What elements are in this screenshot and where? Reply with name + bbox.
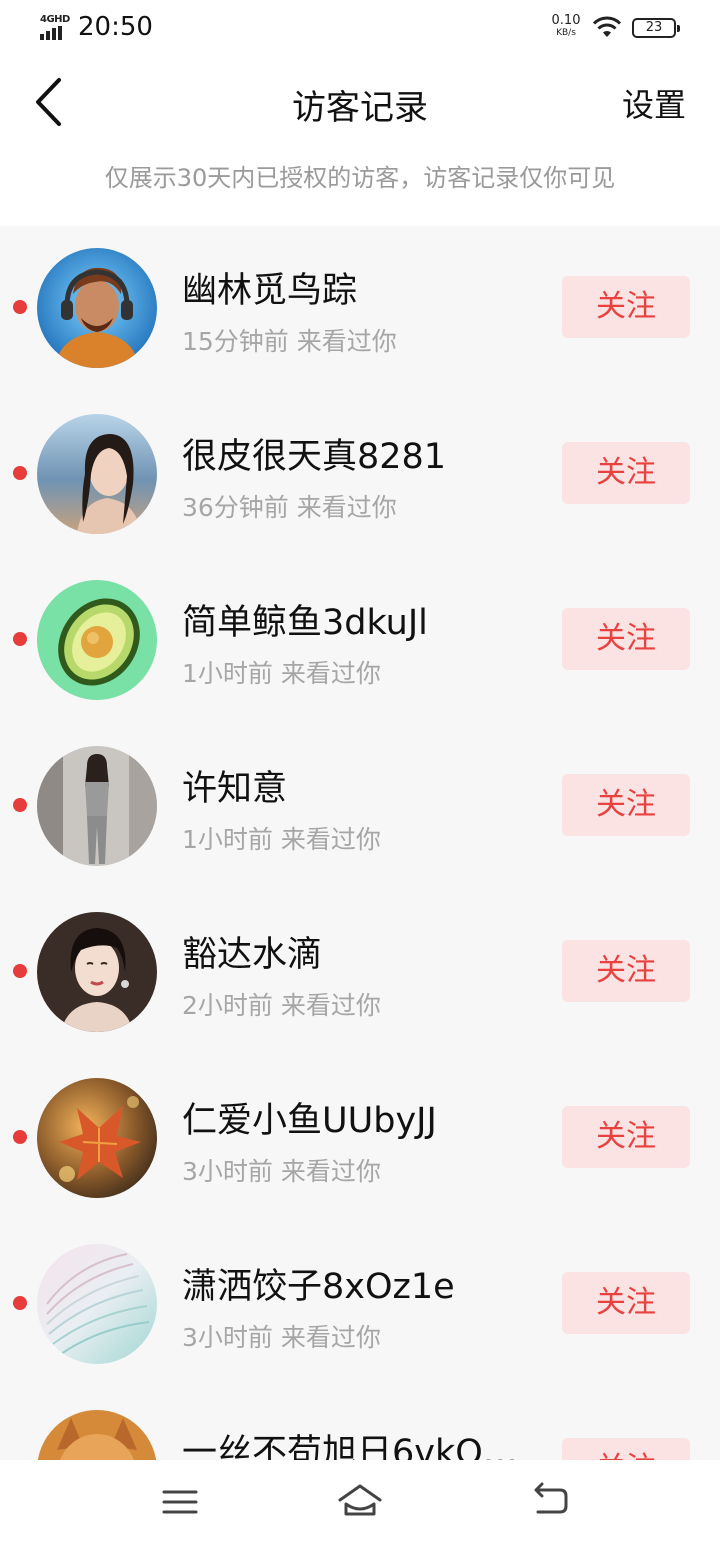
avatar[interactable]	[37, 580, 157, 700]
battery-icon: 23	[632, 18, 680, 38]
visitor-name[interactable]: 豁达水滴	[182, 926, 322, 977]
visitor-name[interactable]: 很皮很天真8281	[182, 428, 446, 479]
visitor-list[interactable]: 幽林觅鸟踪 15分钟前 来看过你 关注 很皮很天真8281 36分钟前 来看过你…	[0, 226, 720, 1460]
menu-icon	[162, 1490, 198, 1514]
follow-button[interactable]: 关注	[562, 774, 690, 836]
visitor-name[interactable]: 幽林觅鸟踪	[182, 262, 357, 313]
status-bar: 4GHD 20:50 0.10 KB/s 23	[0, 0, 720, 58]
visitor-row[interactable]: 潇洒饺子8xOz1e 3小时前 来看过你 关注	[0, 1222, 720, 1388]
visitor-name[interactable]: 一丝不苟旭日6vkQ…	[182, 1424, 518, 1460]
visit-time: 36分钟前 来看过你	[182, 493, 397, 522]
visitor-name[interactable]: 简单鲸鱼3dkuJl	[182, 594, 428, 645]
home-button[interactable]	[336, 1480, 384, 1524]
speed-value: 0.10	[551, 13, 581, 28]
unread-dot	[13, 964, 27, 978]
page-title: 访客记录	[292, 88, 428, 128]
follow-button[interactable]: 关注	[562, 1106, 690, 1168]
avatar[interactable]	[37, 912, 157, 1032]
page-header: 访客记录 设置 仅展示30天内已授权的访客，访客记录仅你可见	[0, 58, 720, 226]
visitor-row[interactable]: 许知意 1小时前 来看过你 关注	[0, 724, 720, 890]
privacy-notice: 仅展示30天内已授权的访客，访客记录仅你可见	[104, 164, 616, 192]
avatar[interactable]	[37, 1078, 157, 1198]
visit-time: 1小时前 来看过你	[182, 825, 381, 854]
visit-time: 15分钟前 来看过你	[182, 327, 397, 356]
unread-dot	[13, 1130, 27, 1144]
visitor-row[interactable]: 简单鲸鱼3dkuJl 1小时前 来看过你 关注	[0, 558, 720, 724]
visit-time: 3小时前 来看过你	[182, 1323, 381, 1352]
unread-dot	[13, 466, 27, 480]
follow-button[interactable]: 关注	[562, 442, 690, 504]
status-time: 20:50	[78, 12, 153, 42]
unread-dot	[13, 300, 27, 314]
visitor-name[interactable]: 许知意	[182, 760, 287, 811]
unread-dot	[13, 798, 27, 812]
visitor-row[interactable]: 豁达水滴 2小时前 来看过你 关注	[0, 890, 720, 1056]
follow-button[interactable]: 关注	[562, 608, 690, 670]
avatar[interactable]	[37, 1244, 157, 1364]
follow-button[interactable]: 关注	[562, 1272, 690, 1334]
avatar[interactable]	[37, 248, 157, 368]
system-nav-bar	[0, 1460, 720, 1544]
visit-time: 2小时前 来看过你	[182, 991, 381, 1020]
visitor-row[interactable]: 幽林觅鸟踪 15分钟前 来看过你 关注	[0, 226, 720, 392]
visit-time: 3小时前 来看过你	[182, 1157, 381, 1186]
unread-dot	[13, 1296, 27, 1310]
follow-button[interactable]: 关注	[562, 940, 690, 1002]
visitor-row[interactable]: 很皮很天真8281 36分钟前 来看过你 关注	[0, 392, 720, 558]
system-back-button[interactable]	[528, 1480, 572, 1524]
settings-button[interactable]: 设置	[622, 80, 686, 126]
menu-button[interactable]	[158, 1480, 202, 1524]
network-type: 4GHD	[40, 14, 70, 25]
network-speed: 0.10 KB/s	[548, 14, 584, 40]
visitor-name[interactable]: 仁爱小鱼UUbyJJ	[182, 1092, 437, 1143]
follow-button[interactable]: 关注	[562, 276, 690, 338]
unread-dot	[13, 632, 27, 646]
visit-time: 1小时前 来看过你	[182, 659, 381, 688]
wifi-icon	[592, 16, 622, 37]
home-icon	[338, 1484, 382, 1516]
visitor-row[interactable]: 仁爱小鱼UUbyJJ 3小时前 来看过你 关注	[0, 1056, 720, 1222]
visitor-name[interactable]: 潇洒饺子8xOz1e	[182, 1258, 455, 1309]
avatar[interactable]	[37, 414, 157, 534]
follow-button[interactable]: 关注	[562, 1438, 690, 1460]
speed-unit: KB/s	[556, 28, 576, 38]
avatar[interactable]	[37, 1410, 157, 1460]
cellular-signal-icon: 4GHD	[40, 14, 72, 40]
back-arrow-icon	[534, 1482, 568, 1514]
avatar[interactable]	[37, 746, 157, 866]
visitor-row[interactable]: 一丝不苟旭日6vkQ… 关注	[0, 1388, 720, 1460]
